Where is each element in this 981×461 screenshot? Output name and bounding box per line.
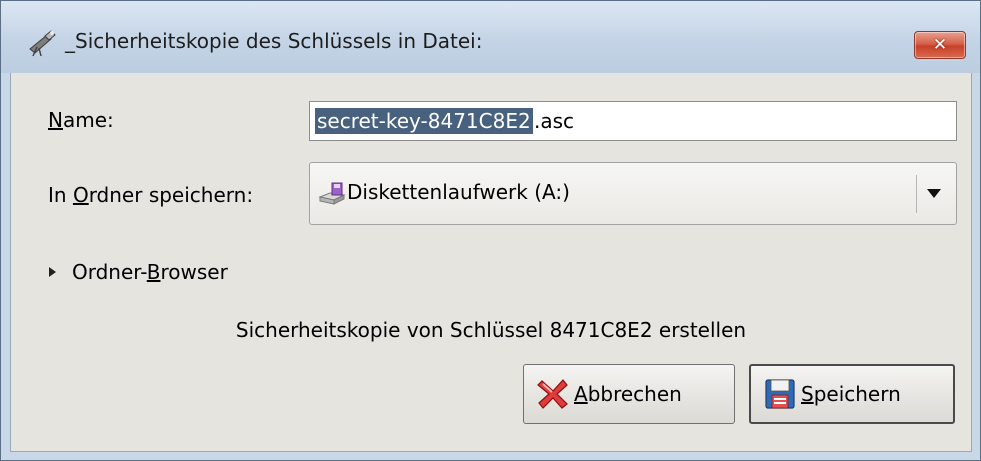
save-button-label: Speichern bbox=[801, 382, 901, 406]
folder-label: In Ordner speichern: bbox=[48, 183, 254, 207]
folder-combobox[interactable]: Diskettenlaufwerk (A:) bbox=[309, 162, 957, 225]
title-bar[interactable]: _Sicherheitskopie des Schlüssels in Date… bbox=[1, 1, 980, 73]
folder-browser-expander[interactable]: Ordner-Browser bbox=[49, 260, 228, 284]
info-message: Sicherheitskopie von Schlüssel 8471C8E2 … bbox=[235, 318, 747, 342]
name-label: Name: bbox=[48, 108, 114, 132]
red-x-icon bbox=[537, 379, 568, 409]
save-button[interactable]: Speichern bbox=[749, 364, 955, 424]
floppy-drive-icon bbox=[318, 182, 346, 205]
floppy-disk-icon bbox=[765, 379, 795, 409]
telescope-icon bbox=[29, 30, 56, 57]
backup-key-dialog: _Sicherheitskopie des Schlüssels in Date… bbox=[0, 0, 981, 461]
dropdown-arrow-icon[interactable] bbox=[924, 183, 944, 203]
expander-triangle-icon bbox=[49, 267, 56, 277]
cancel-button-label: Abbrechen bbox=[574, 382, 682, 406]
close-icon: ✕ bbox=[932, 35, 948, 55]
folder-value: Diskettenlaufwerk (A:) bbox=[347, 180, 570, 204]
filename-input[interactable]: secret-key-8471C8E2 .asc bbox=[309, 101, 957, 141]
folder-browser-label: Ordner-Browser bbox=[72, 260, 228, 284]
cancel-button[interactable]: Abbrechen bbox=[523, 364, 735, 424]
window-title: _Sicherheitskopie des Schlüssels in Date… bbox=[65, 29, 483, 53]
dialog-body: Name: secret-key-8471C8E2 .asc In Ordner… bbox=[10, 73, 972, 452]
filename-extension: .asc bbox=[534, 109, 575, 133]
close-button[interactable]: ✕ bbox=[914, 31, 966, 59]
filename-selected-text: secret-key-8471C8E2 bbox=[315, 108, 533, 134]
combobox-separator bbox=[916, 175, 917, 213]
